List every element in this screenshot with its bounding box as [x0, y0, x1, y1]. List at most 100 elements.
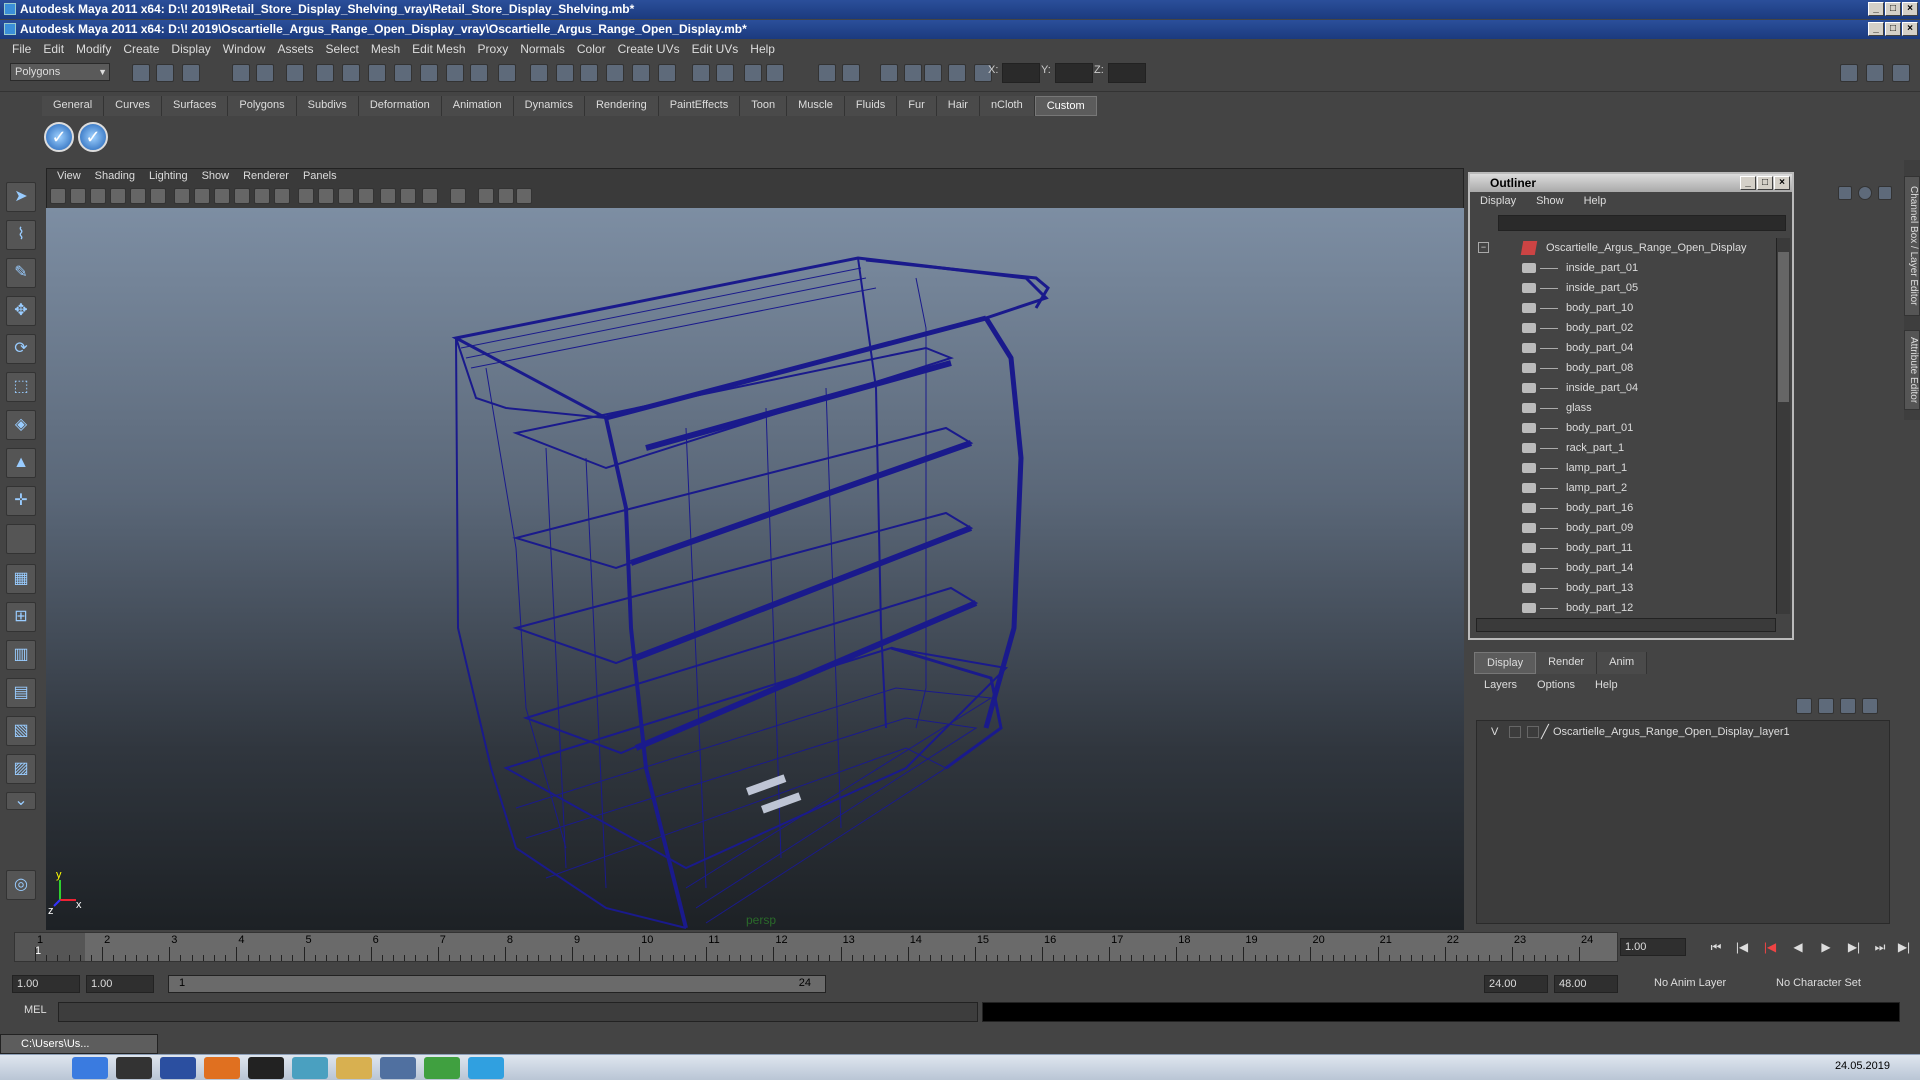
- toolbar-tool-icon[interactable]: [316, 64, 334, 82]
- new-layer-from-selection-icon[interactable]: [1840, 698, 1856, 714]
- menu-file[interactable]: File: [6, 40, 37, 58]
- outliner-item[interactable]: inside_part_01: [1470, 258, 1770, 278]
- toolbar-tool-icon[interactable]: [232, 64, 250, 82]
- mel-label[interactable]: MEL: [24, 1004, 47, 1016]
- shelf-check-icon[interactable]: ✓: [78, 122, 108, 152]
- outliner-item[interactable]: body_part_02: [1470, 318, 1770, 338]
- persp-graph-layout-icon[interactable]: ▤: [6, 678, 36, 708]
- outliner-item[interactable]: inside_part_04: [1470, 378, 1770, 398]
- toolbar-tool-icon[interactable]: [580, 64, 598, 82]
- viewport-tool-icon[interactable]: [318, 188, 334, 204]
- tab-polygons[interactable]: Polygons: [228, 96, 297, 116]
- toolbar-tool-icon[interactable]: [904, 64, 922, 82]
- tab-deformation[interactable]: Deformation: [358, 96, 442, 116]
- toolbar-tool-icon[interactable]: [530, 64, 548, 82]
- taskbar-app-icon[interactable]: [336, 1057, 372, 1079]
- new-layer-icon[interactable]: [1796, 698, 1812, 714]
- green-arrow-icon[interactable]: [1838, 186, 1852, 200]
- current-frame-marker[interactable]: 1: [15, 933, 85, 961]
- tab-fur[interactable]: Fur: [897, 96, 937, 116]
- tab-general[interactable]: General: [42, 96, 105, 116]
- viewport-menu-show[interactable]: Show: [195, 168, 237, 186]
- taskbar-app-icon[interactable]: [248, 1057, 284, 1079]
- toolbar-tool-icon[interactable]: [716, 64, 734, 82]
- playback-start-field[interactable]: 1.00: [86, 975, 154, 993]
- taskbar-app-icon[interactable]: [380, 1057, 416, 1079]
- menu-edit-uvs[interactable]: Edit UVs: [686, 40, 745, 58]
- tab-animation[interactable]: Animation: [441, 96, 514, 116]
- viewport-tool-icon[interactable]: [254, 188, 270, 204]
- toolbar-tool-icon[interactable]: [606, 64, 624, 82]
- taskbar-app-icon[interactable]: [468, 1057, 504, 1079]
- hypershade-layout-icon[interactable]: ▧: [6, 716, 36, 746]
- show-manipulator-icon[interactable]: ✛: [6, 486, 36, 516]
- outliner-scrollbar[interactable]: [1776, 238, 1790, 614]
- tab-toon[interactable]: Toon: [740, 96, 788, 116]
- viewport-tool-icon[interactable]: [516, 188, 532, 204]
- menu-modify[interactable]: Modify: [70, 40, 117, 58]
- close-button[interactable]: ×: [1774, 176, 1790, 190]
- step-back-frame-icon[interactable]: |◀: [1760, 938, 1780, 956]
- menu-mesh[interactable]: Mesh: [365, 40, 406, 58]
- tab-rendering[interactable]: Rendering: [584, 96, 659, 116]
- viewport-tool-icon[interactable]: [150, 188, 166, 204]
- outliner-item[interactable]: body_part_10: [1470, 298, 1770, 318]
- tab-attribute-editor[interactable]: Attribute Editor: [1904, 330, 1920, 410]
- minimize-button[interactable]: _: [1868, 2, 1884, 16]
- viewport-tool-icon[interactable]: [174, 188, 190, 204]
- play-backward-icon[interactable]: ◀: [1788, 938, 1808, 956]
- outliner-item[interactable]: body_part_12: [1470, 598, 1770, 614]
- outliner-title-bar[interactable]: Outliner _ □ ×: [1470, 174, 1792, 192]
- toolbar-tool-icon[interactable]: [470, 64, 488, 82]
- y-field[interactable]: [1055, 63, 1093, 83]
- character-set-dropdown[interactable]: No Character Set: [1772, 975, 1882, 993]
- toolbar-tool-icon[interactable]: [342, 64, 360, 82]
- viewport-tool-icon[interactable]: [400, 188, 416, 204]
- back-window-title-bar[interactable]: Autodesk Maya 2011 x64: D:\! 2019\Retail…: [0, 0, 1920, 19]
- tab-muscle[interactable]: Muscle: [787, 96, 845, 116]
- toolbar-tool-icon[interactable]: [924, 64, 942, 82]
- viewport-menu-view[interactable]: View: [50, 168, 88, 186]
- go-to-start-icon[interactable]: ⏮: [1706, 938, 1726, 956]
- menu-window[interactable]: Window: [217, 40, 272, 58]
- animation-end-field[interactable]: 48.00: [1554, 975, 1618, 993]
- tool-settings-toggle-icon[interactable]: [1892, 64, 1910, 82]
- outliner-item[interactable]: body_part_11: [1470, 538, 1770, 558]
- viewport-tool-icon[interactable]: [70, 188, 86, 204]
- outliner-item[interactable]: body_part_09: [1470, 518, 1770, 538]
- toolbar-tool-icon[interactable]: [256, 64, 274, 82]
- viewport-tool-icon[interactable]: [130, 188, 146, 204]
- viewport-menu-shading[interactable]: Shading: [88, 168, 142, 186]
- tab-custom[interactable]: Custom: [1034, 96, 1097, 116]
- minimized-window[interactable]: C:\Users\Us...: [0, 1034, 158, 1054]
- outliner-persp-layout-icon[interactable]: ▥: [6, 640, 36, 670]
- restore-button[interactable]: □: [1885, 22, 1901, 36]
- menu-proxy[interactable]: Proxy: [472, 40, 515, 58]
- animation-start-field[interactable]: 1.00: [12, 975, 80, 993]
- play-forward-icon[interactable]: ▶: [1816, 938, 1836, 956]
- toolbar-tool-icon[interactable]: [948, 64, 966, 82]
- single-perspective-layout-icon[interactable]: ▦: [6, 564, 36, 594]
- menu-color[interactable]: Color: [571, 40, 612, 58]
- outliner-item[interactable]: body_part_14: [1470, 558, 1770, 578]
- lasso-tool-icon[interactable]: ⌇: [6, 220, 36, 250]
- layer-visibility-toggle[interactable]: V: [1491, 721, 1498, 743]
- attribute-editor-toggle-icon[interactable]: [1866, 64, 1884, 82]
- tab-display[interactable]: Display: [1474, 652, 1537, 674]
- channel-box-toggle-icon[interactable]: [1840, 64, 1858, 82]
- tab-painteffects[interactable]: PaintEffects: [658, 96, 741, 116]
- x-field[interactable]: [1002, 63, 1040, 83]
- taskbar-app-icon[interactable]: [424, 1057, 460, 1079]
- toolbar-tool-icon[interactable]: [880, 64, 898, 82]
- collapse-icon[interactable]: −: [1478, 242, 1489, 253]
- layer-menu-layers[interactable]: Layers: [1474, 676, 1527, 696]
- close-button[interactable]: ×: [1902, 2, 1918, 16]
- outliner-item[interactable]: glass: [1470, 398, 1770, 418]
- 3d-viewport[interactable]: persp y x z: [46, 208, 1464, 930]
- taskbar-app-icon[interactable]: [292, 1057, 328, 1079]
- playback-end-field[interactable]: 24.00: [1484, 975, 1548, 993]
- toolbar-tool-icon[interactable]: [286, 64, 304, 82]
- tab-dynamics[interactable]: Dynamics: [513, 96, 585, 116]
- close-button[interactable]: ×: [1902, 22, 1918, 36]
- tab-hair[interactable]: Hair: [936, 96, 980, 116]
